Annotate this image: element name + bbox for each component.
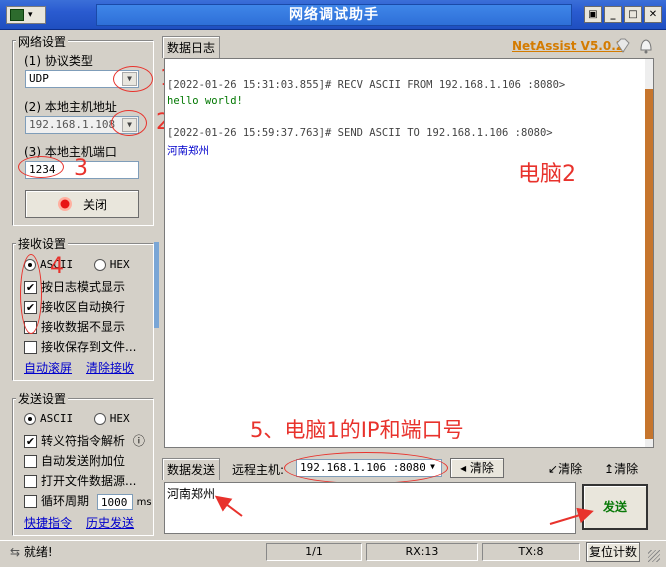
status-ready-text: 就绪! [23, 545, 53, 559]
status-ready: ⇆ 就绪! [10, 543, 53, 560]
status-icon: ⇆ [10, 545, 21, 559]
reset-count-button[interactable]: 复位计数 [586, 542, 640, 562]
annotation-arrows [214, 495, 594, 525]
status-rx: RX:13 [366, 543, 478, 561]
resize-grip-icon[interactable] [648, 550, 660, 562]
status-tx: TX:8 [482, 543, 580, 561]
status-page: 1/1 [266, 543, 362, 561]
